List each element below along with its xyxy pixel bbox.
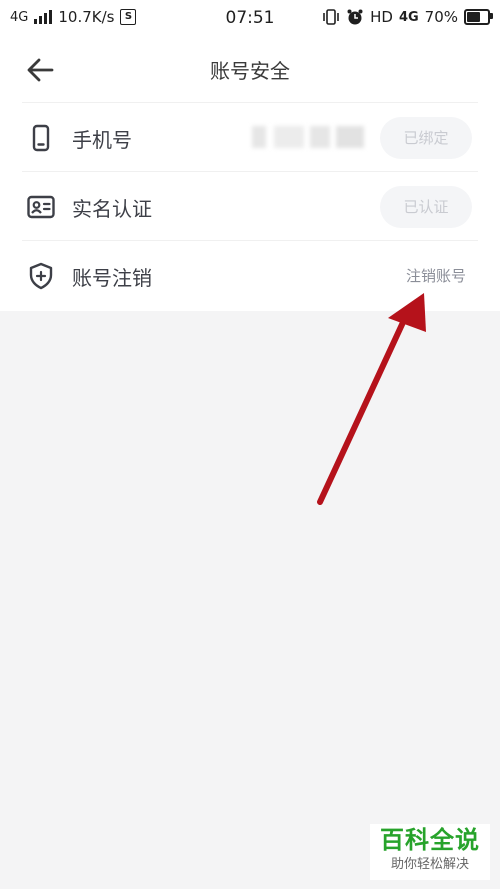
phone-icon (32, 124, 50, 152)
alarm-icon (347, 9, 363, 25)
status-right: HD 4G 70% (322, 8, 493, 26)
nav-header: 账号安全 (0, 34, 500, 102)
network-type-right: 4G (398, 9, 419, 25)
row-label-real-name: 实名认证 (72, 197, 152, 221)
bound-status-button[interactable]: 已绑定 (380, 117, 472, 159)
vibrate-icon (323, 9, 339, 25)
status-bar: 4G 10.7K/s S 07:51 HD 4G 70% (0, 0, 500, 34)
watermark-logo: 百科全说 助你轻松解决 (370, 824, 490, 880)
shield-plus-icon (29, 262, 53, 290)
row-phone[interactable]: 手机号 已绑定 (22, 102, 478, 172)
row-real-name[interactable]: 实名认证 已认证 (22, 171, 478, 241)
row-account-cancel[interactable]: 账号注销 注销账号 (22, 240, 478, 310)
hd-indicator: HD (370, 8, 393, 26)
battery-icon (464, 9, 493, 25)
battery-percent: 70% (424, 8, 458, 26)
verified-status-button[interactable]: 已认证 (380, 186, 472, 228)
watermark-sub-text: 助你轻松解决 (390, 857, 469, 872)
battery-fill (467, 12, 480, 22)
cancel-account-link[interactable]: 注销账号 (406, 265, 466, 286)
row-label-account-cancel: 账号注销 (72, 266, 152, 290)
row-label-phone: 手机号 (72, 128, 132, 152)
page-title: 账号安全 (210, 59, 290, 83)
watermark-main-text: 百科全说 (380, 826, 480, 854)
id-card-icon (27, 195, 55, 219)
masked-phone-number (252, 126, 364, 148)
